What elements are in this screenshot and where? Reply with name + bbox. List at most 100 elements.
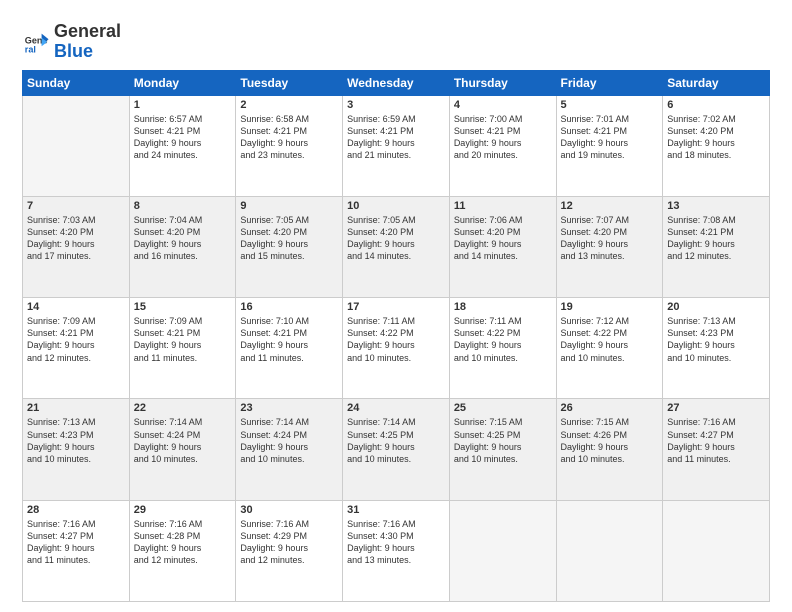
day-number: 8: [134, 200, 232, 212]
day-content: Sunrise: 6:58 AMSunset: 4:21 PMDaylight:…: [240, 113, 338, 162]
weekday-header-thursday: Thursday: [449, 70, 556, 95]
week-row-1: 1Sunrise: 6:57 AMSunset: 4:21 PMDaylight…: [23, 95, 770, 196]
day-content: Sunrise: 7:00 AMSunset: 4:21 PMDaylight:…: [454, 113, 552, 162]
page: Gene ral General Blue SundayMondayTuesda…: [0, 0, 792, 612]
day-content: Sunrise: 7:10 AMSunset: 4:21 PMDaylight:…: [240, 315, 338, 364]
calendar-cell: 26 Sunrise: 7:15 AMSunset: 4:26 PMDayligh…: [556, 399, 663, 500]
day-number: 11: [454, 200, 552, 212]
week-row-4: 21 Sunrise: 7:13 AMSunset: 4:23 PMDayligh…: [23, 399, 770, 500]
calendar-cell: 15Sunrise: 7:09 AMSunset: 4:21 PMDayligh…: [129, 298, 236, 399]
calendar-cell: 14Sunrise: 7:09 AMSunset: 4:21 PMDayligh…: [23, 298, 130, 399]
day-number: 17: [347, 301, 445, 313]
day-content: Sunrise: 7:12 AMSunset: 4:22 PMDaylight:…: [561, 315, 659, 364]
day-content: Sunrise: 7:16 AMSunset: 4:30 PMDaylight:…: [347, 518, 445, 567]
calendar-cell: 19 Sunrise: 7:12 AMSunset: 4:22 PMDayligh…: [556, 298, 663, 399]
calendar-cell: 23 Sunrise: 7:14 AMSunset: 4:24 PMDayligh…: [236, 399, 343, 500]
weekday-header-monday: Monday: [129, 70, 236, 95]
day-number: 27: [667, 402, 765, 414]
day-number: 5: [561, 99, 659, 111]
day-content: Sunrise: 7:16 AMSunset: 4:27 PMDaylight:…: [667, 416, 765, 465]
day-content: Sunrise: 7:16 AMSunset: 4:29 PMDaylight:…: [240, 518, 338, 567]
day-content: Sunrise: 7:15 AMSunset: 4:26 PMDaylight:…: [561, 416, 659, 465]
day-content: Sunrise: 7:16 AMSunset: 4:27 PMDaylight:…: [27, 518, 125, 567]
day-content: Sunrise: 7:13 AMSunset: 4:23 PMDaylight:…: [27, 416, 125, 465]
week-row-5: 28 Sunrise: 7:16 AMSunset: 4:27 PMDayligh…: [23, 500, 770, 601]
weekday-header-saturday: Saturday: [663, 70, 770, 95]
day-content: Sunrise: 7:14 AMSunset: 4:25 PMDaylight:…: [347, 416, 445, 465]
day-number: 21: [27, 402, 125, 414]
day-content: Sunrise: 7:06 AMSunset: 4:20 PMDaylight:…: [454, 214, 552, 263]
day-content: Sunrise: 7:01 AMSunset: 4:21 PMDaylight:…: [561, 113, 659, 162]
day-content: Sunrise: 7:15 AMSunset: 4:25 PMDaylight:…: [454, 416, 552, 465]
calendar-cell: 9Sunrise: 7:05 AMSunset: 4:20 PMDaylight…: [236, 196, 343, 297]
day-number: 24: [347, 402, 445, 414]
day-number: 26: [561, 402, 659, 414]
day-content: Sunrise: 7:14 AMSunset: 4:24 PMDaylight:…: [240, 416, 338, 465]
calendar-cell: [23, 95, 130, 196]
logo-icon: Gene ral: [22, 28, 50, 56]
day-number: 3: [347, 99, 445, 111]
day-content: Sunrise: 7:09 AMSunset: 4:21 PMDaylight:…: [134, 315, 232, 364]
day-content: Sunrise: 6:59 AMSunset: 4:21 PMDaylight:…: [347, 113, 445, 162]
calendar-cell: 27 Sunrise: 7:16 AMSunset: 4:27 PMDayligh…: [663, 399, 770, 500]
calendar-cell: 11 Sunrise: 7:06 AMSunset: 4:20 PMDayligh…: [449, 196, 556, 297]
day-number: 18: [454, 301, 552, 313]
calendar-cell: 18 Sunrise: 7:11 AMSunset: 4:22 PMDayligh…: [449, 298, 556, 399]
day-number: 23: [240, 402, 338, 414]
calendar-cell: 24 Sunrise: 7:14 AMSunset: 4:25 PMDayligh…: [343, 399, 450, 500]
calendar-cell: 4 Sunrise: 7:00 AMSunset: 4:21 PMDaylight…: [449, 95, 556, 196]
day-content: Sunrise: 7:03 AMSunset: 4:20 PMDaylight:…: [27, 214, 125, 263]
calendar-cell: 21 Sunrise: 7:13 AMSunset: 4:23 PMDayligh…: [23, 399, 130, 500]
calendar-cell: 2Sunrise: 6:58 AMSunset: 4:21 PMDaylight…: [236, 95, 343, 196]
day-number: 4: [454, 99, 552, 111]
weekday-header-wednesday: Wednesday: [343, 70, 450, 95]
day-content: Sunrise: 7:16 AMSunset: 4:28 PMDaylight:…: [134, 518, 232, 567]
day-number: 10: [347, 200, 445, 212]
day-number: 20: [667, 301, 765, 313]
logo-text-line1: General: [54, 22, 121, 42]
week-row-3: 14 Sunrise: 7:09 AMSunset: 4:21 PMDayligh…: [23, 298, 770, 399]
calendar-cell: 29 Sunrise: 7:16 AMSunset: 4:28 PMDayligh…: [129, 500, 236, 601]
calendar-cell: 30 Sunrise: 7:16 AMSunset: 4:29 PMDayligh…: [236, 500, 343, 601]
day-content: Sunrise: 7:13 AMSunset: 4:23 PMDaylight:…: [667, 315, 765, 364]
day-content: Sunrise: 7:08 AMSunset: 4:21 PMDaylight:…: [667, 214, 765, 263]
calendar-cell: 17Sunrise: 7:11 AMSunset: 4:22 PMDayligh…: [343, 298, 450, 399]
calendar-cell: 10 Sunrise: 7:05 AMSunset: 4:20 PMDayligh…: [343, 196, 450, 297]
calendar-cell: 28 Sunrise: 7:16 AMSunset: 4:27 PMDayligh…: [23, 500, 130, 601]
calendar-cell: 5 Sunrise: 7:01 AMSunset: 4:21 PMDaylight…: [556, 95, 663, 196]
day-number: 22: [134, 402, 232, 414]
day-content: Sunrise: 7:14 AMSunset: 4:24 PMDaylight:…: [134, 416, 232, 465]
svg-text:ral: ral: [25, 44, 36, 54]
day-number: 14: [27, 301, 125, 313]
calendar-cell: 3 Sunrise: 6:59 AMSunset: 4:21 PMDaylight…: [343, 95, 450, 196]
day-content: Sunrise: 7:07 AMSunset: 4:20 PMDaylight:…: [561, 214, 659, 263]
day-number: 13: [667, 200, 765, 212]
calendar-table: SundayMondayTuesdayWednesdayThursdayFrid…: [22, 70, 770, 602]
day-content: Sunrise: 7:11 AMSunset: 4:22 PMDaylight:…: [454, 315, 552, 364]
calendar-cell: [556, 500, 663, 601]
calendar-cell: [449, 500, 556, 601]
day-number: 25: [454, 402, 552, 414]
calendar-cell: 25 Sunrise: 7:15 AMSunset: 4:25 PMDayligh…: [449, 399, 556, 500]
week-row-2: 7 Sunrise: 7:03 AMSunset: 4:20 PMDaylight…: [23, 196, 770, 297]
day-number: 16: [240, 301, 338, 313]
calendar-cell: 20 Sunrise: 7:13 AMSunset: 4:23 PMDayligh…: [663, 298, 770, 399]
weekday-header-row: SundayMondayTuesdayWednesdayThursdayFrid…: [23, 70, 770, 95]
day-content: Sunrise: 7:02 AMSunset: 4:20 PMDaylight:…: [667, 113, 765, 162]
day-number: 7: [27, 200, 125, 212]
day-number: 9: [240, 200, 338, 212]
day-number: 30: [240, 504, 338, 516]
logo-text-line2: Blue: [54, 42, 121, 62]
calendar-cell: 31 Sunrise: 7:16 AMSunset: 4:30 PMDayligh…: [343, 500, 450, 601]
day-number: 28: [27, 504, 125, 516]
day-number: 1: [134, 99, 232, 111]
calendar-cell: 6Sunrise: 7:02 AMSunset: 4:20 PMDaylight…: [663, 95, 770, 196]
day-number: 29: [134, 504, 232, 516]
calendar-cell: 22 Sunrise: 7:14 AMSunset: 4:24 PMDayligh…: [129, 399, 236, 500]
calendar-cell: 8Sunrise: 7:04 AMSunset: 4:20 PMDaylight…: [129, 196, 236, 297]
day-content: Sunrise: 7:05 AMSunset: 4:20 PMDaylight:…: [347, 214, 445, 263]
day-number: 31: [347, 504, 445, 516]
header: Gene ral General Blue: [22, 18, 770, 62]
day-number: 19: [561, 301, 659, 313]
weekday-header-friday: Friday: [556, 70, 663, 95]
